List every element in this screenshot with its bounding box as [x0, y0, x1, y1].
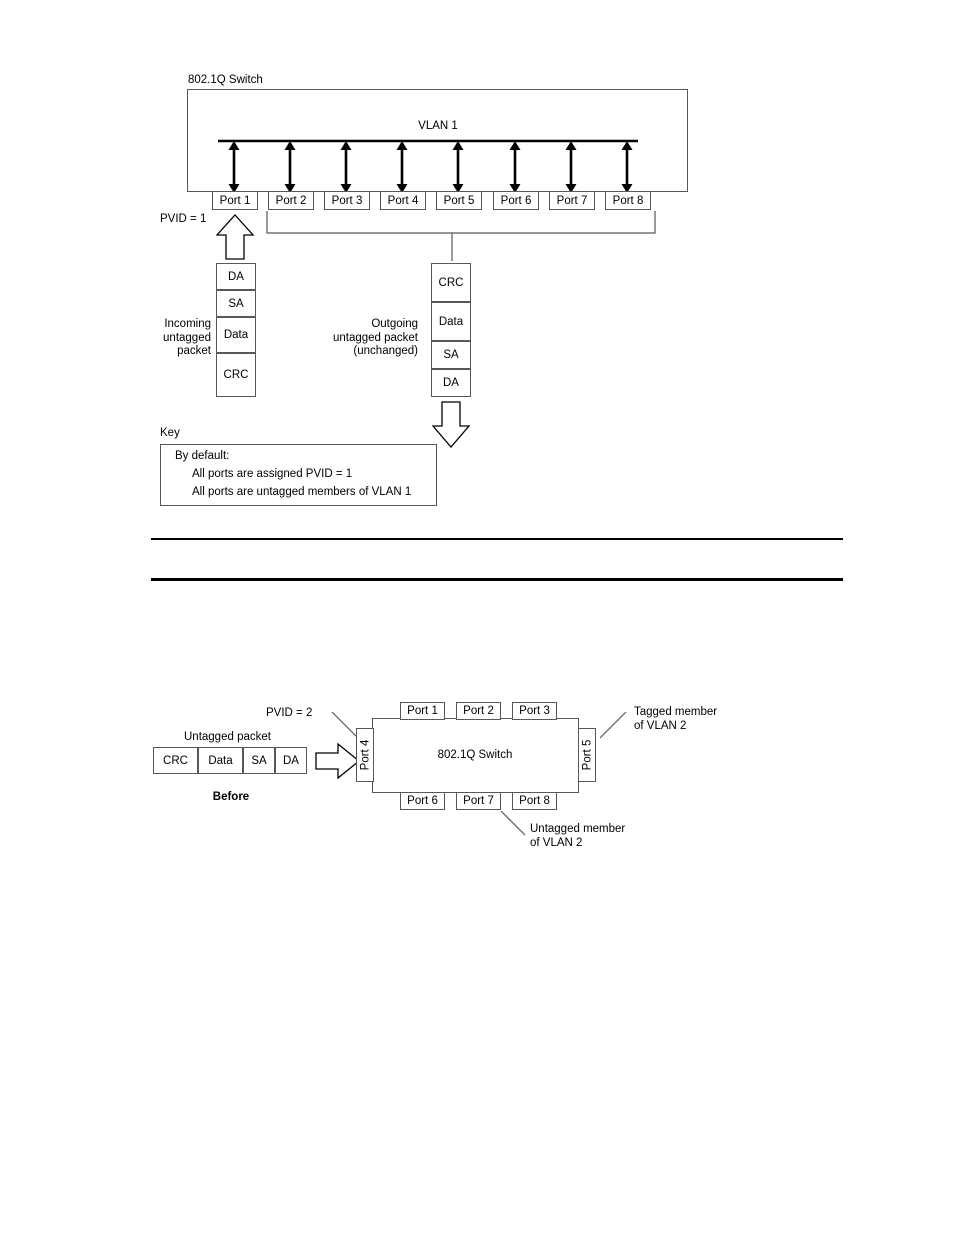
figure2-pvid-label: PVID = 2 — [266, 707, 313, 719]
figure2-port-1[interactable]: Port 1 — [400, 702, 445, 720]
figure2-port-8[interactable]: Port 8 — [512, 792, 557, 810]
figure2-port-5-label: Port 5 — [581, 739, 593, 771]
figure2-state-label: Before — [212, 791, 250, 803]
figure2-callout-tagged: Tagged member of VLAN 2 — [634, 706, 717, 733]
figure2-packet-caption: Untagged packet — [184, 731, 271, 743]
figure2-port-2[interactable]: Port 2 — [456, 702, 501, 720]
figure2-port-7[interactable]: Port 7 — [456, 792, 501, 810]
figure2-switch-label: 802.1Q Switch — [437, 749, 513, 761]
figure2-callout-untagged: Untagged member of VLAN 2 — [530, 823, 625, 850]
figure-2: Untagged packet CRC Data SA DA Before PV… — [0, 0, 954, 1235]
figure2-packet-field-da: DA — [275, 747, 307, 774]
figure2-port-6[interactable]: Port 6 — [400, 792, 445, 810]
figure2-packet-field-crc: CRC — [153, 747, 198, 774]
figure2-port-5[interactable]: Port 5 — [578, 728, 596, 782]
figure2-callout-tagged-text: Tagged member of VLAN 2 — [634, 706, 718, 732]
figure2-port-4[interactable]: Port 4 — [356, 728, 374, 782]
figure2-port-4-label: Port 4 — [359, 739, 371, 771]
figure2-callout-untagged-text: Untagged member of VLAN 2 — [530, 823, 626, 849]
figure2-packet-field-sa: SA — [243, 747, 275, 774]
document-page: 802.1Q Switch VLAN 1 Port 1 Port 2 Port … — [0, 0, 954, 1235]
figure2-packet-field-data: Data — [198, 747, 243, 774]
figure2-port-3[interactable]: Port 3 — [512, 702, 557, 720]
